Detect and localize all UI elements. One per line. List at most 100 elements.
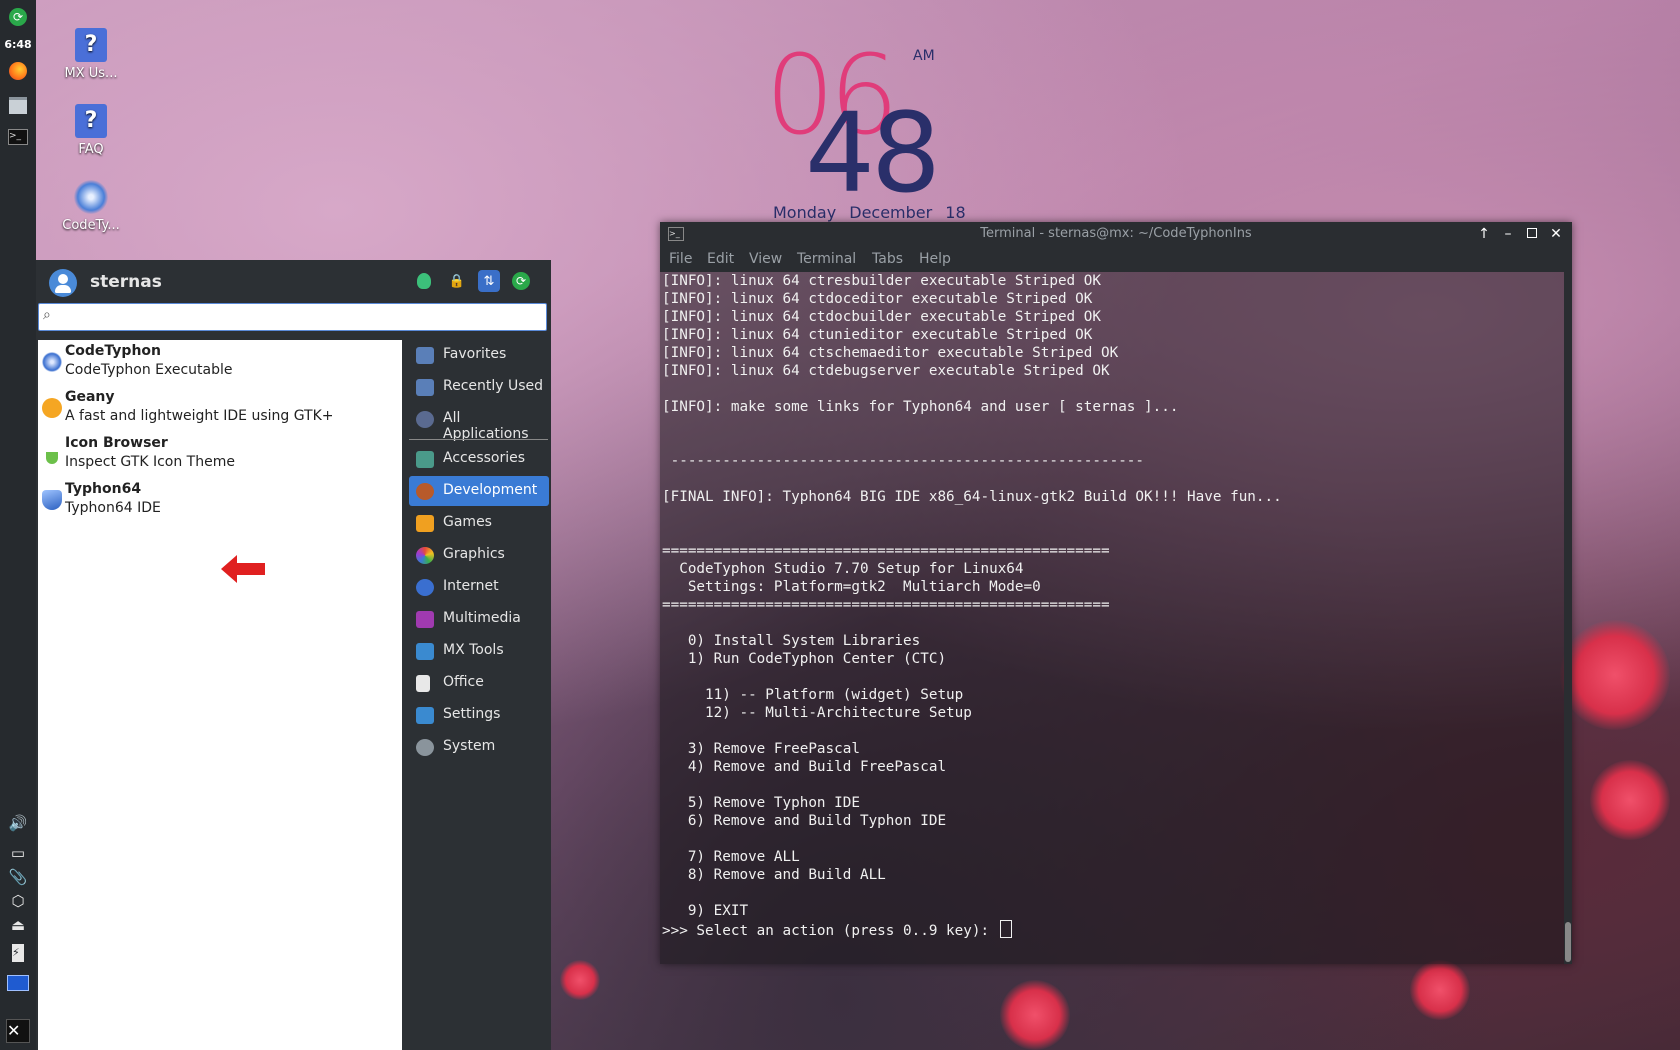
category-label: Accessories xyxy=(443,450,526,466)
category-development[interactable]: Development xyxy=(409,476,549,506)
eject-icon[interactable]: ⏏ xyxy=(6,914,30,936)
switch-user-button[interactable]: ⇅ xyxy=(478,270,500,292)
wallpaper-flower xyxy=(1000,980,1070,1050)
logout-button[interactable]: ⟳ xyxy=(510,270,532,292)
desktop-clock-widget: 06 48 AM Monday December 18 xyxy=(765,40,966,222)
username: sternas xyxy=(90,272,162,292)
clock-ampm: AM xyxy=(913,48,935,64)
category-accessories[interactable]: Accessories xyxy=(409,444,549,474)
terminal-scrollbar[interactable] xyxy=(1564,272,1572,964)
accessories-icon xyxy=(416,451,434,468)
app-name: CodeTyphon xyxy=(65,343,161,359)
category-label: System xyxy=(443,738,496,754)
app-description: Inspect GTK Icon Theme xyxy=(65,454,235,470)
application-menu: sternas 🔒 ⇅ ⟳ ⌕ CodeTyphon CodeTyphon Ex… xyxy=(36,260,551,1050)
menu-edit[interactable]: Edit xyxy=(707,251,734,267)
category-label: Games xyxy=(443,514,492,530)
display-icon[interactable]: ▭ xyxy=(6,842,30,864)
codetyphon-icon xyxy=(42,352,62,372)
category-graphics[interactable]: Graphics xyxy=(409,540,549,570)
desktop-icon-faq[interactable]: ? FAQ xyxy=(56,104,126,157)
category-label: Favorites xyxy=(443,346,507,362)
list-item-geany[interactable]: Geany A fast and lightweight IDE using G… xyxy=(38,386,402,430)
minimize-icon: – xyxy=(1504,226,1512,242)
category-label: Development xyxy=(443,482,538,498)
settings-manager-button[interactable] xyxy=(413,270,435,292)
power-icon[interactable]: ⚡ xyxy=(6,942,30,964)
desktop-icon-codetyphon[interactable]: CodeTy... xyxy=(56,180,126,233)
minimize-button[interactable]: – xyxy=(1498,224,1518,244)
terminal-titlebar[interactable]: >_ Terminal - sternas@mx: ~/CodeTyphonIn… xyxy=(660,222,1572,246)
list-item-codetyphon[interactable]: CodeTyphon CodeTyphon Executable xyxy=(38,340,402,384)
app-description: A fast and lightweight IDE using GTK+ xyxy=(65,408,334,424)
keep-above-button[interactable]: ↑ xyxy=(1474,224,1494,244)
category-games[interactable]: Games xyxy=(409,508,549,538)
development-icon xyxy=(416,483,434,500)
arrow-up-icon: ↑ xyxy=(1478,226,1490,242)
volume-icon[interactable]: 🔊 xyxy=(6,812,30,834)
scrollbar-thumb[interactable] xyxy=(1565,922,1571,962)
category-office[interactable]: Office xyxy=(409,668,549,698)
settings-icon xyxy=(416,707,434,724)
category-label: Graphics xyxy=(443,546,505,562)
category-recently-used[interactable]: Recently Used xyxy=(409,372,549,402)
category-label: Multimedia xyxy=(443,610,521,626)
close-button[interactable]: ✕ xyxy=(1546,224,1566,244)
category-system[interactable]: System xyxy=(409,732,549,762)
search-icon: ⌕ xyxy=(43,307,51,323)
terminal-icon[interactable]: >_ xyxy=(6,126,30,148)
app-name: Icon Browser xyxy=(65,435,168,451)
favorites-icon xyxy=(416,347,434,364)
menu-help[interactable]: Help xyxy=(919,251,951,267)
category-separator xyxy=(409,439,548,440)
category-label: Recently Used xyxy=(443,378,544,394)
category-list: Favorites Recently Used All Applications… xyxy=(409,340,549,1050)
office-icon xyxy=(416,675,430,692)
desktop-icon-label: FAQ xyxy=(78,142,104,157)
maximize-button[interactable] xyxy=(1522,224,1542,244)
category-all-applications[interactable]: All Applications xyxy=(409,404,549,442)
list-item-icon-browser[interactable]: Icon Browser Inspect GTK Icon Theme xyxy=(38,432,402,476)
category-internet[interactable]: Internet xyxy=(409,572,549,602)
logout-icon: ⟳ xyxy=(512,272,530,290)
file-manager-icon[interactable] xyxy=(6,94,30,116)
category-settings[interactable]: Settings xyxy=(409,700,549,730)
terminal-prompt-line[interactable]: >>> Select an action (press 0..9 key): xyxy=(660,920,1564,940)
menu-tabs[interactable]: Tabs xyxy=(872,251,903,267)
wallpaper-flower xyxy=(1410,960,1470,1020)
terminal-menubar: File Edit View Terminal Tabs Help xyxy=(660,246,1572,272)
menu-file[interactable]: File xyxy=(669,251,692,267)
menu-terminal[interactable]: Terminal xyxy=(797,251,856,267)
menu-view[interactable]: View xyxy=(749,251,782,267)
lock-screen-button[interactable]: 🔒 xyxy=(446,270,468,292)
system-icon xyxy=(416,739,434,756)
panel-clock[interactable]: 6:48 xyxy=(0,38,36,51)
settings-icon xyxy=(417,273,431,289)
maximize-icon xyxy=(1527,228,1537,238)
wallpaper-flower xyxy=(1590,760,1670,840)
search-box[interactable]: ⌕ xyxy=(38,303,547,331)
package-icon[interactable]: ⬡ xyxy=(6,890,30,912)
search-input[interactable] xyxy=(59,306,543,330)
multimedia-icon xyxy=(416,611,434,628)
category-mx-tools[interactable]: MX Tools xyxy=(409,636,549,666)
desktop-icon-mx-user-manual[interactable]: ? MX Us... xyxy=(56,28,126,81)
category-multimedia[interactable]: Multimedia xyxy=(409,604,549,634)
terminal-output-area[interactable]: [INFO]: linux 64 ctresbuilder executable… xyxy=(660,272,1564,964)
list-item-typhon64[interactable]: Typhon64 Typhon64 IDE xyxy=(38,478,402,522)
mx-logo-icon[interactable]: ✕ xyxy=(6,1019,30,1043)
firefox-icon[interactable] xyxy=(6,60,30,82)
close-icon: ✕ xyxy=(1550,226,1562,242)
category-label: MX Tools xyxy=(443,642,504,658)
wallpaper-flower xyxy=(1560,620,1670,730)
graphics-icon xyxy=(416,547,434,564)
wallpaper-flower xyxy=(560,960,600,1000)
terminal-output: [INFO]: linux 64 ctresbuilder executable… xyxy=(662,273,1282,919)
clip-icon[interactable]: 📎 xyxy=(6,866,30,888)
update-icon[interactable]: ⟳ xyxy=(6,6,30,28)
category-favorites[interactable]: Favorites xyxy=(409,340,549,370)
workspace-icon[interactable] xyxy=(6,972,30,994)
clock-minute: 48 xyxy=(805,89,941,217)
help-icon: ? xyxy=(75,104,107,138)
help-icon: ? xyxy=(75,28,107,62)
